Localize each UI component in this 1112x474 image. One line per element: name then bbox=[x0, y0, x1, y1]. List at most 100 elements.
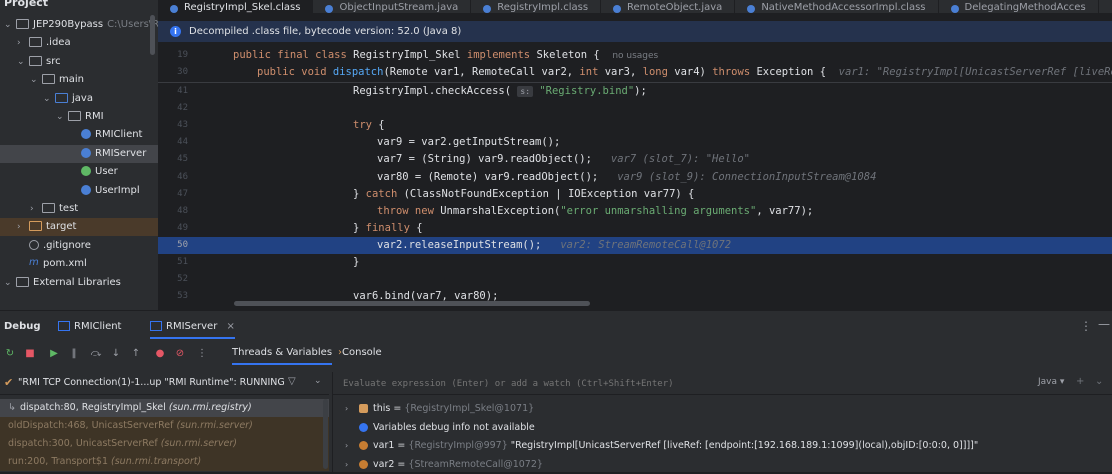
chevron-down-icon[interactable]: ⌄ bbox=[4, 16, 14, 34]
stack-frame[interactable]: oldDispatch:468, UnicastServerRef (sun.r… bbox=[0, 417, 329, 435]
line-number[interactable]: 44 bbox=[158, 134, 188, 151]
code-line[interactable]: 51} bbox=[158, 254, 1112, 271]
line-number[interactable]: 51 bbox=[158, 254, 188, 271]
tree-item[interactable]: › test bbox=[0, 200, 158, 218]
line-number[interactable]: 52 bbox=[158, 271, 188, 288]
line-number[interactable]: 19 bbox=[158, 47, 188, 64]
code-line[interactable]: 46 var80 = (Remote) var9.readObject(); va… bbox=[158, 169, 1112, 186]
tab-rmiclient[interactable]: RMIClient bbox=[58, 321, 121, 332]
project-panel-title[interactable]: Project bbox=[4, 0, 48, 9]
resume-icon[interactable]: ▶ bbox=[48, 348, 60, 360]
tree-item[interactable]: ⌄ src bbox=[0, 53, 158, 71]
chevron-right-icon[interactable]: › bbox=[30, 200, 40, 218]
chevron-down-icon[interactable]: ⌄ bbox=[43, 90, 53, 108]
filter-icon[interactable]: ▽ bbox=[288, 376, 296, 387]
line-number[interactable]: 48 bbox=[158, 203, 188, 220]
line-number[interactable]: 45 bbox=[158, 151, 188, 168]
code-line[interactable]: 44 var9 = var2.getInputStream(); bbox=[158, 134, 1112, 151]
code-line[interactable]: 48 throw new UnmarshalException("error un… bbox=[158, 203, 1112, 220]
chevron-right-icon[interactable]: › bbox=[17, 34, 27, 52]
tab-threads-variables[interactable]: Threads & Variables bbox=[232, 347, 333, 365]
code-line[interactable]: 43 try { bbox=[158, 117, 1112, 134]
frames-scrollbar[interactable] bbox=[323, 399, 328, 469]
chevron-down-icon[interactable]: ⌄ bbox=[56, 108, 66, 126]
line-number[interactable]: 42 bbox=[158, 100, 188, 117]
tree-item[interactable]: m pom.xml bbox=[0, 255, 158, 273]
line-number[interactable]: 43 bbox=[158, 117, 188, 134]
rerun-icon[interactable]: ↻ bbox=[4, 348, 16, 360]
view-breakpoints-icon[interactable]: ● bbox=[154, 348, 166, 360]
editor-tab[interactable]: RegistryImpl_Skel.class bbox=[158, 0, 314, 13]
tree-item[interactable]: ⌄JEP290BypassC:\Users\Re bbox=[0, 16, 158, 34]
chevron-right-icon[interactable]: › bbox=[345, 437, 348, 455]
step-over-icon[interactable]: ⤼ bbox=[90, 348, 102, 360]
stop-icon[interactable]: ■ bbox=[24, 348, 36, 360]
editor-tab[interactable]: RemoteObject.java bbox=[601, 0, 736, 13]
code-line[interactable]: 47} catch (ClassNotFoundException | IOEx… bbox=[158, 186, 1112, 203]
tree-item[interactable]: UserImpl bbox=[0, 182, 158, 200]
chevron-right-icon[interactable]: › bbox=[17, 218, 27, 236]
add-watch-icon[interactable]: + bbox=[1076, 376, 1084, 387]
code-editor[interactable]: i Decompiled .class file, bytecode versio… bbox=[158, 13, 1112, 310]
line-number[interactable]: 46 bbox=[158, 169, 188, 186]
line-number[interactable]: 53 bbox=[158, 288, 188, 305]
tree-scrollbar[interactable] bbox=[150, 15, 155, 55]
line-number[interactable]: 41 bbox=[158, 83, 188, 100]
stack-frame[interactable]: dispatch:300, UnicastServerRef (sun.rmi.… bbox=[0, 435, 329, 453]
step-into-icon[interactable]: ↓ bbox=[110, 348, 122, 360]
close-icon[interactable]: × bbox=[227, 321, 235, 332]
chevron-down-icon[interactable]: ⌄ bbox=[1095, 376, 1103, 387]
language-selector[interactable]: Java ▾ bbox=[1038, 377, 1064, 387]
editor-horizontal-scrollbar[interactable] bbox=[234, 301, 590, 306]
editor-tab[interactable]: DelegatingMethodAcces bbox=[939, 0, 1099, 13]
tree-item[interactable]: RMIClient bbox=[0, 126, 158, 144]
line-number[interactable]: 30 bbox=[158, 64, 188, 81]
tree-item[interactable]: ⌄ java bbox=[0, 90, 158, 108]
editor-tab[interactable]: ObjectInputStream.java bbox=[313, 0, 472, 13]
line-number[interactable]: 47 bbox=[158, 186, 188, 203]
minimize-icon[interactable]: — bbox=[1098, 317, 1110, 331]
tree-item[interactable]: ⌄ main bbox=[0, 71, 158, 89]
code-line[interactable]: 45 var7 = (String) var9.readObject(); var… bbox=[158, 151, 1112, 168]
chevron-down-icon[interactable]: ⌄ bbox=[30, 71, 40, 89]
chevron-down-icon[interactable]: ⌄ bbox=[17, 53, 27, 71]
tree-item[interactable]: RMIServer bbox=[0, 144, 158, 163]
tree-item[interactable]: › target bbox=[0, 218, 158, 237]
evaluate-expression-input[interactable] bbox=[341, 375, 1025, 393]
code-line[interactable]: 52 bbox=[158, 271, 1112, 288]
tree-item[interactable]: ⌄ External Libraries bbox=[0, 274, 158, 292]
thread-selector[interactable]: ✔ "RMI TCP Connection(1)-1...up "RMI Run… bbox=[0, 372, 329, 395]
editor-tab[interactable]: RegistryImpl.class bbox=[471, 0, 602, 13]
pause-icon[interactable]: ‖ bbox=[68, 348, 80, 360]
code-line[interactable]: 41 RegistryImpl.checkAccess( s: "Registry… bbox=[158, 83, 1112, 100]
stack-frame[interactable]: run:200, Transport$1 (sun.rmi.transport) bbox=[0, 453, 329, 471]
code-line[interactable]: 49} finally { bbox=[158, 220, 1112, 237]
more-options-icon[interactable]: ⋮ bbox=[1080, 319, 1092, 333]
tree-item[interactable]: User bbox=[0, 163, 158, 181]
tab-console[interactable]: ›Console bbox=[338, 347, 382, 358]
chevron-down-icon[interactable]: ⌄ bbox=[4, 274, 14, 292]
code-line[interactable]: 30 public void dispatch(Remote var1, Remo… bbox=[158, 64, 1112, 81]
current-execution-line[interactable]: 50 var2.releaseInputStream(); var2: Strea… bbox=[158, 236, 1112, 254]
line-source: var80 = (Remote) var9.readObject(); var9… bbox=[377, 170, 877, 183]
editor-tab[interactable]: NativeMethodAccessorImpl.class bbox=[735, 0, 939, 13]
info-row[interactable]: Variables debug info not available bbox=[333, 419, 1112, 437]
variable-row[interactable]: › this = {RegistryImpl_Skel@1071} bbox=[333, 400, 1112, 418]
chevron-down-icon[interactable]: ⌄ bbox=[314, 376, 322, 386]
parameter-icon bbox=[359, 441, 368, 450]
tree-item[interactable]: .gitignore bbox=[0, 237, 158, 255]
line-number[interactable]: 49 bbox=[158, 220, 188, 237]
code-line[interactable]: 19 public final class RegistryImpl_Skel i… bbox=[158, 47, 1112, 64]
tree-item[interactable]: ⌄ RMI bbox=[0, 108, 158, 126]
step-out-icon[interactable]: ↑ bbox=[130, 348, 142, 360]
stack-frame[interactable]: ↳ dispatch:80, RegistryImpl_Skel (sun.rmi… bbox=[0, 399, 329, 417]
class-file-icon bbox=[325, 5, 334, 13]
mute-breakpoints-icon[interactable]: ⊘ bbox=[174, 348, 186, 360]
tree-item[interactable]: › .idea bbox=[0, 34, 158, 52]
code-line[interactable]: 42 bbox=[158, 100, 1112, 117]
chevron-right-icon[interactable]: › bbox=[345, 400, 348, 418]
line-number[interactable]: 50 bbox=[158, 237, 188, 254]
variable-row[interactable]: › var1 = {RegistryImpl@997} "RegistryImpl… bbox=[333, 437, 1112, 455]
more-icon[interactable]: ⋮ bbox=[196, 348, 208, 360]
tab-rmiserver[interactable]: RMIServer × bbox=[150, 321, 235, 339]
